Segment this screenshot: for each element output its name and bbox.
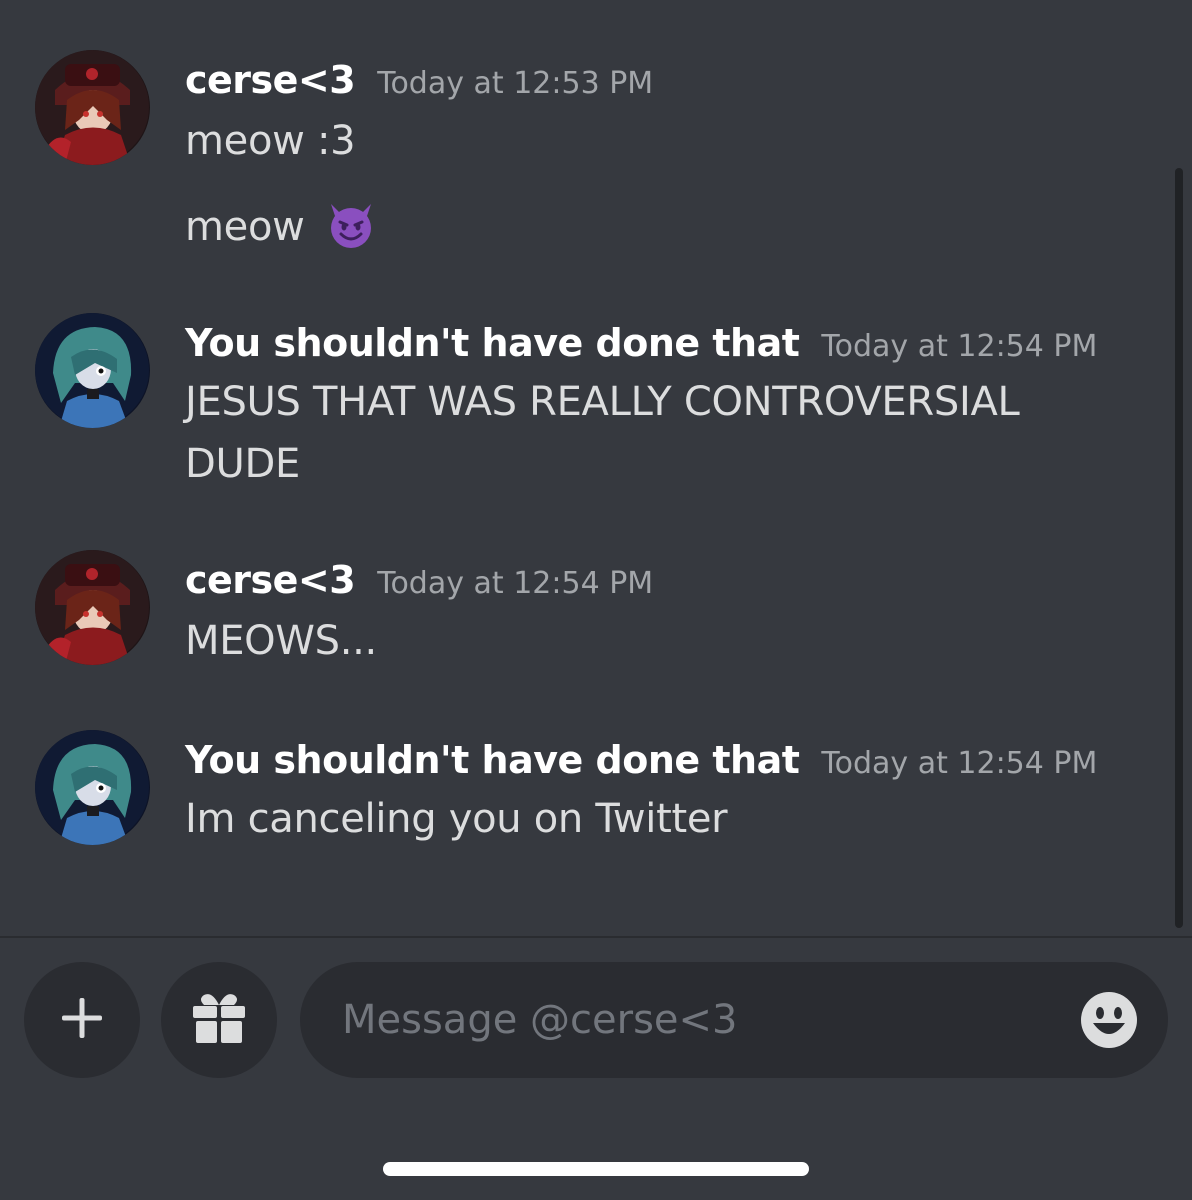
message-text: JESUS THAT WAS REALLY CONTROVERSIAL	[185, 379, 1020, 425]
message-header: You shouldn't have done that Today at 12:…	[185, 321, 1097, 365]
avatar-cerse[interactable]	[35, 50, 150, 165]
timestamp: Today at 12:54 PM	[377, 566, 654, 601]
add-attachment-button[interactable]	[24, 962, 140, 1078]
message-group: cerse<3 Today at 12:53 PM meow :3 meow	[0, 50, 1160, 260]
message-text: MEOWS...	[185, 618, 377, 664]
timestamp: Today at 12:53 PM	[377, 66, 654, 101]
timestamp: Today at 12:54 PM	[821, 746, 1098, 781]
composer-bar: Message @cerse<3	[0, 938, 1192, 1200]
scrollbar[interactable]	[1175, 168, 1183, 928]
message-header: You shouldn't have done that Today at 12:…	[185, 738, 1097, 782]
home-indicator[interactable]	[383, 1162, 809, 1176]
author-name[interactable]: You shouldn't have done that	[185, 321, 800, 365]
smiley-icon	[1080, 992, 1138, 1053]
avatar-you-shouldnt-have-done-that[interactable]	[35, 730, 150, 845]
smiling-imp-emoji-icon	[325, 198, 377, 260]
timestamp: Today at 12:54 PM	[821, 329, 1098, 364]
author-name[interactable]: cerse<3	[185, 558, 356, 602]
message-header: cerse<3 Today at 12:53 PM	[185, 58, 653, 102]
gift-button[interactable]	[161, 962, 277, 1078]
message-text: meow	[185, 204, 305, 250]
message-input-placeholder: Message @cerse<3	[342, 997, 738, 1043]
message-text: meow :3	[185, 118, 356, 164]
message-group: You shouldn't have done that Today at 12:…	[0, 730, 1160, 860]
message-text-with-emoji: meow	[185, 198, 377, 260]
message-header: cerse<3 Today at 12:54 PM	[185, 558, 653, 602]
gift-icon	[190, 989, 248, 1051]
avatar-you-shouldnt-have-done-that[interactable]	[35, 313, 150, 428]
emoji-picker-button[interactable]	[1080, 991, 1138, 1049]
message-text: DUDE	[185, 441, 300, 487]
author-name[interactable]: cerse<3	[185, 58, 356, 102]
message-group: You shouldn't have done that Today at 12:…	[0, 313, 1160, 503]
message-group: cerse<3 Today at 12:54 PM MEOWS...	[0, 550, 1160, 680]
message-input[interactable]: Message @cerse<3	[300, 962, 1168, 1078]
message-list[interactable]: cerse<3 Today at 12:53 PM meow :3 meow Y…	[0, 0, 1192, 936]
author-name[interactable]: You shouldn't have done that	[185, 738, 800, 782]
avatar-cerse[interactable]	[35, 550, 150, 665]
message-text: Im canceling you on Twitter	[185, 796, 728, 842]
plus-icon	[60, 996, 104, 1044]
